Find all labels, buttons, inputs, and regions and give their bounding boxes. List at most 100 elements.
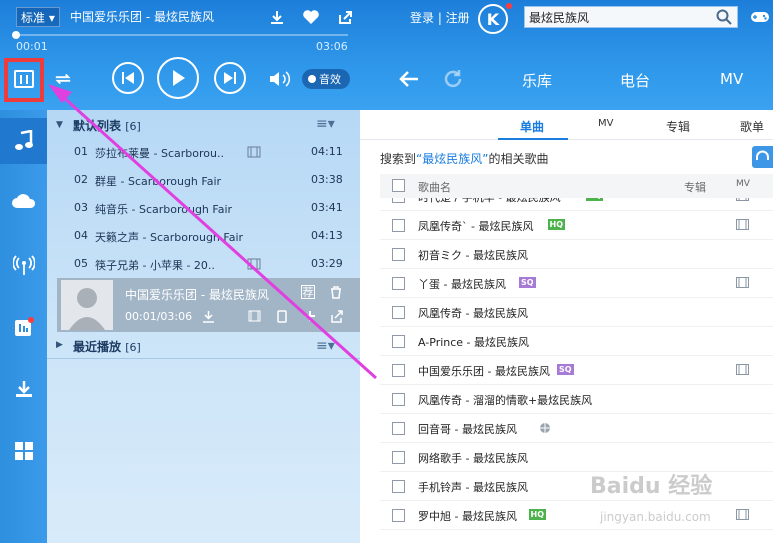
player-header: 标准 ▾ 中国爱乐乐团 - 最炫民族风 00:01 03:06 音效: [0, 0, 360, 110]
playlist-toggle-icon[interactable]: [14, 70, 34, 88]
playlist-song-row[interactable]: 05 筷子兄弟 - 小苹果 - 20.. 03:29: [47, 250, 360, 278]
side-download[interactable]: [0, 366, 47, 412]
row-checkbox[interactable]: [392, 364, 405, 377]
playlist-song-row[interactable]: 02 群星 - Scarborough Fair 03:38: [47, 166, 360, 194]
result-row[interactable]: 中国爱乐乐团 - 最炫民族风 SQ: [380, 356, 773, 385]
volume-icon[interactable]: [268, 69, 292, 89]
collapse-triangle-icon[interactable]: ▼: [56, 120, 63, 130]
result-title: 初音ミク - 最炫民族风: [418, 249, 528, 262]
trash-icon[interactable]: [329, 285, 343, 299]
play-button[interactable]: [157, 57, 199, 99]
side-cloud[interactable]: [0, 178, 47, 224]
result-row[interactable]: 网络歌手 - 最炫民族风: [380, 443, 773, 472]
col-album: 专辑: [684, 181, 706, 194]
mv-icon[interactable]: [736, 509, 749, 520]
share-icon[interactable]: [329, 309, 343, 323]
mv-icon[interactable]: [736, 364, 749, 375]
playlist-song-row[interactable]: 04 天籁之声 - Scarborough Fair 04:13: [47, 222, 360, 250]
prev-button[interactable]: [112, 62, 144, 94]
watermark-url: jingyan.baidu.com: [600, 510, 711, 524]
row-checkbox[interactable]: [392, 509, 405, 522]
song-number: 01: [74, 145, 88, 158]
progress-knob[interactable]: [12, 31, 20, 39]
download-icon[interactable]: [201, 309, 215, 323]
playlist-song-row[interactable]: 03 纯音乐 - Scarborough Fair 03:41: [47, 194, 360, 222]
side-radio[interactable]: [0, 242, 47, 288]
result-row[interactable]: 时代楚 / 手机华 - 最炫民族风 HQ: [380, 198, 773, 211]
kugou-logo[interactable]: K: [478, 4, 508, 34]
row-checkbox[interactable]: [392, 198, 405, 203]
result-row[interactable]: 回音哥 - 最炫民族风: [380, 414, 773, 443]
tab-library[interactable]: 乐库: [522, 70, 552, 91]
heart-icon[interactable]: [302, 8, 320, 26]
phone-icon[interactable]: [275, 309, 289, 323]
headphone-icon[interactable]: [752, 146, 773, 168]
result-row[interactable]: 手机铃声 - 最炫民族风: [380, 472, 773, 501]
quality-badge: HQ: [585, 198, 603, 201]
row-checkbox[interactable]: [392, 480, 405, 493]
tab-albums[interactable]: 专辑: [666, 118, 690, 135]
tab-playlists[interactable]: 歌单: [740, 118, 764, 135]
share-icon[interactable]: [336, 8, 354, 26]
side-apps[interactable]: [0, 428, 47, 474]
result-row[interactable]: 丫蛋 - 最炫民族风 SQ: [380, 269, 773, 298]
row-checkbox[interactable]: [392, 306, 405, 319]
store-header: 登录 | 注册 K 乐库 电台 MV: [360, 0, 773, 110]
row-checkbox[interactable]: [392, 393, 405, 406]
now-playing-row[interactable]: 中国爱乐乐团 - 最炫民族风 00:01/03:06 荐: [57, 278, 360, 332]
gamepad-icon[interactable]: [750, 8, 770, 26]
side-nav: [0, 110, 47, 543]
row-checkbox[interactable]: [392, 422, 405, 435]
globe-icon: [539, 423, 550, 433]
tab-mv[interactable]: MV: [720, 70, 743, 88]
effect-label: 音效: [319, 73, 341, 86]
row-checkbox[interactable]: [392, 248, 405, 261]
search-box: [524, 6, 738, 28]
next-button[interactable]: [214, 62, 246, 94]
tab-mv[interactable]: MV: [598, 118, 613, 129]
expand-triangle-icon[interactable]: ▶: [56, 340, 63, 350]
list-menu-icon[interactable]: ≡▾: [316, 339, 335, 354]
mv-icon[interactable]: [247, 146, 261, 158]
tab-radio[interactable]: 电台: [620, 70, 650, 91]
mv-icon[interactable]: [247, 258, 261, 270]
back-arrow-icon[interactable]: [398, 68, 420, 90]
result-row[interactable]: A-Prince - 最炫民族风: [380, 327, 773, 356]
quality-selector[interactable]: 标准 ▾: [16, 7, 60, 27]
select-all-checkbox[interactable]: [392, 179, 405, 192]
tab-songs[interactable]: 单曲: [520, 118, 544, 135]
result-row[interactable]: 风凰传奇 - 最炫民族风: [380, 298, 773, 327]
mv-icon[interactable]: [247, 309, 261, 323]
result-row[interactable]: 凤凰传奇` - 最炫民族风 HQ: [380, 211, 773, 240]
default-list-header[interactable]: ▼ 默认列表 [6] ≡▾: [47, 112, 360, 138]
row-checkbox[interactable]: [392, 219, 405, 232]
repeat-icon[interactable]: [54, 70, 72, 88]
col-song-name: 歌曲名: [418, 181, 451, 194]
result-row[interactable]: 罗中旭 - 最炫民族风 HQ: [380, 501, 773, 530]
sound-effect-toggle[interactable]: 音效: [302, 69, 350, 89]
row-checkbox[interactable]: [392, 277, 405, 290]
download-icon[interactable]: [268, 8, 286, 26]
list-menu-icon[interactable]: ≡▾: [316, 117, 335, 132]
playlist-panel: ▼ 默认列表 [6] ≡▾ 01 莎拉布莱曼 - Scarborou.. 04:11…: [47, 110, 360, 543]
side-music[interactable]: [0, 118, 47, 164]
row-checkbox[interactable]: [392, 451, 405, 464]
cloud-icon: [11, 194, 35, 208]
recommend-badge[interactable]: 荐: [301, 285, 315, 299]
result-row[interactable]: 风凰传奇 - 溜溜的情歌+最炫民族风: [380, 385, 773, 414]
login-register-link[interactable]: 登录 | 注册: [410, 8, 470, 28]
mv-icon[interactable]: [736, 219, 749, 230]
mv-icon[interactable]: [736, 277, 749, 288]
add-icon[interactable]: [303, 309, 317, 323]
mv-icon[interactable]: [736, 198, 749, 201]
search-input[interactable]: [525, 7, 705, 27]
progress-bar[interactable]: [12, 31, 348, 39]
recent-list-header[interactable]: ▶ 最近播放 [6] ≡▾: [47, 332, 360, 358]
song-number: 05: [74, 257, 88, 270]
result-row[interactable]: 初音ミク - 最炫民族风: [380, 240, 773, 269]
search-icon[interactable]: [715, 8, 733, 26]
side-local[interactable]: [0, 304, 47, 350]
row-checkbox[interactable]: [392, 335, 405, 348]
playlist-song-row[interactable]: 01 莎拉布莱曼 - Scarborou.. 04:11: [47, 138, 360, 166]
refresh-icon[interactable]: [442, 68, 464, 90]
